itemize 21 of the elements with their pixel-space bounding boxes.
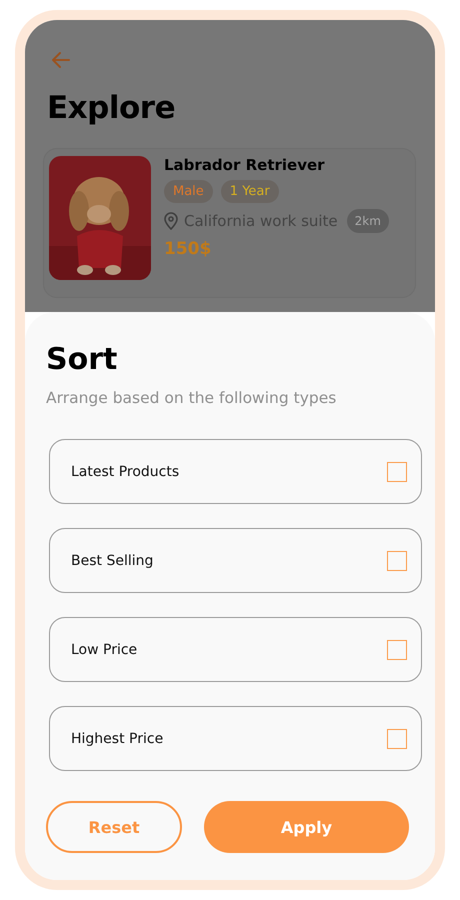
checkbox[interactable] (387, 550, 407, 570)
listing-name: Labrador Retriever (164, 156, 326, 174)
page-title: Explore (47, 90, 176, 126)
tag: 1 Year (220, 180, 279, 203)
distance-badge: 2km (346, 209, 389, 233)
sort-option[interactable]: Low Price (49, 617, 422, 682)
sheet-subtitle: Arrange based on the following types (46, 389, 336, 407)
location-pin-icon (164, 212, 178, 230)
sort-option[interactable]: Best Selling (49, 528, 422, 593)
checkbox[interactable] (387, 462, 407, 482)
tag: Male (164, 180, 213, 203)
option-label: Highest Price (71, 730, 164, 746)
sort-option[interactable]: Highest Price (49, 706, 422, 771)
sheet-title: Sort (46, 342, 118, 377)
checkbox[interactable] (387, 640, 407, 660)
sort-option[interactable]: Latest Products (49, 439, 422, 504)
option-label: Latest Products (71, 464, 180, 480)
price: 150$ (164, 239, 212, 259)
option-label: Best Selling (71, 552, 154, 568)
checkbox[interactable] (387, 728, 407, 748)
option-label: Low Price (71, 642, 138, 658)
